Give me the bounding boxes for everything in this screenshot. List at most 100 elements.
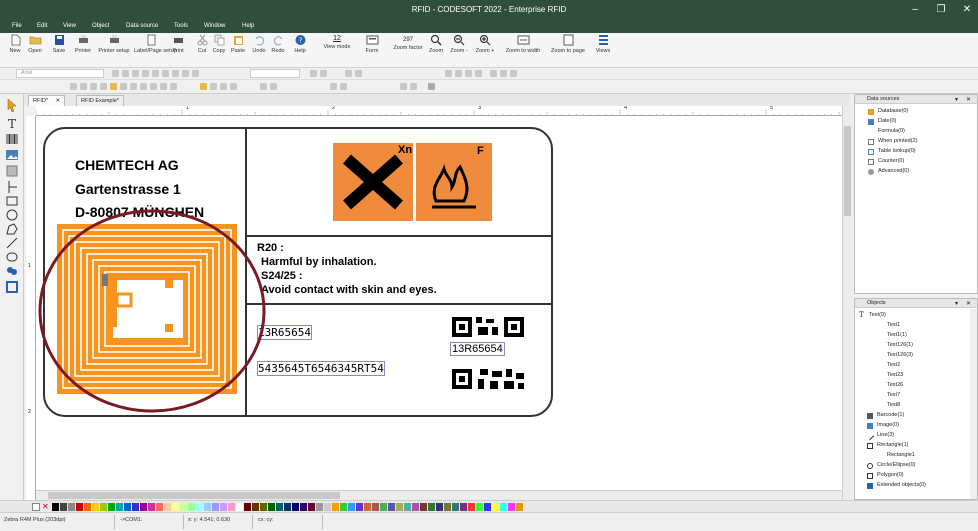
distribute-icon[interactable]	[80, 83, 87, 90]
color-swatch[interactable]	[308, 503, 315, 511]
color-swatch[interactable]	[484, 503, 491, 511]
color-swatch[interactable]	[492, 503, 499, 511]
font-size-icon[interactable]	[112, 70, 119, 77]
line-tool-icon[interactable]	[5, 236, 19, 250]
pos-y-icon[interactable]	[340, 83, 347, 90]
cut-button[interactable]: Cut	[195, 34, 209, 66]
color-swatch[interactable]	[132, 503, 139, 511]
arrange-icon[interactable]	[200, 83, 207, 90]
next-record-icon[interactable]	[465, 70, 472, 77]
color-swatch[interactable]	[164, 503, 171, 511]
color-swatch[interactable]	[84, 503, 91, 511]
color-swatch[interactable]	[180, 503, 187, 511]
color-fill-icon[interactable]	[310, 70, 317, 77]
underline-icon[interactable]	[142, 70, 149, 77]
group-icon[interactable]	[355, 70, 362, 77]
center-h-icon[interactable]	[220, 83, 227, 90]
color-swatch[interactable]	[196, 503, 203, 511]
ds-database[interactable]: Database(0)	[878, 108, 908, 114]
align-objects-icon[interactable]	[70, 83, 77, 90]
line-vertical-tool-icon[interactable]	[5, 180, 19, 194]
tab-close-icon[interactable]: ✕	[56, 98, 61, 104]
select-arrow-icon[interactable]	[5, 98, 19, 112]
merge-icon[interactable]	[510, 70, 517, 77]
obj-ellipse-group[interactable]: Circle/Ellipse(0)	[877, 462, 916, 468]
pos-x-icon[interactable]	[330, 83, 337, 90]
redo-button[interactable]: Redo	[270, 34, 286, 66]
center-v-icon[interactable]	[230, 83, 237, 90]
color-swatch[interactable]	[476, 503, 483, 511]
obj-text-group[interactable]: Text(9)	[869, 312, 886, 318]
color-swatch[interactable]	[108, 503, 115, 511]
menu-tools[interactable]: Tools	[174, 23, 188, 29]
zoom-out-button[interactable]: Zoom -	[448, 34, 470, 66]
send-back-icon[interactable]	[120, 83, 127, 90]
clear-color-icon[interactable]: ✕	[42, 502, 49, 511]
color-swatch[interactable]	[252, 503, 259, 511]
color-swatch[interactable]	[156, 503, 163, 511]
color-swatch[interactable]	[76, 503, 83, 511]
printer-setup-button[interactable]: Printer setup	[96, 34, 132, 66]
grid-icon[interactable]	[160, 83, 167, 90]
font-name-box[interactable]: Arial	[16, 69, 104, 78]
polygon-tool-icon[interactable]	[5, 222, 19, 236]
menu-edit[interactable]: Edit	[37, 23, 47, 29]
color-swatch[interactable]	[468, 503, 475, 511]
color-swatch[interactable]	[260, 503, 267, 511]
menu-help[interactable]: Help	[242, 23, 254, 29]
space-h-icon[interactable]	[260, 83, 267, 90]
lock-icon[interactable]	[150, 83, 157, 90]
rounded-rect-tool-icon[interactable]	[5, 250, 19, 264]
table-icon[interactable]	[500, 70, 507, 77]
color-swatch[interactable]	[516, 503, 523, 511]
new-button[interactable]: New	[8, 34, 22, 66]
color-swatch[interactable]	[148, 503, 155, 511]
undo-button[interactable]: Undo	[251, 34, 267, 66]
obj-text-item[interactable]: Text23	[887, 372, 903, 378]
color-swatch[interactable]	[52, 503, 59, 511]
menu-view[interactable]: View	[63, 23, 76, 29]
color-swatch[interactable]	[404, 503, 411, 511]
same-width-icon[interactable]	[90, 83, 97, 90]
color-line-icon[interactable]	[320, 70, 327, 77]
color-swatch[interactable]	[228, 503, 235, 511]
ds-counter[interactable]: Counter(0)	[878, 158, 904, 164]
ds-date[interactable]: Date(0)	[878, 118, 896, 124]
color-swatch[interactable]	[372, 503, 379, 511]
last-record-icon[interactable]	[475, 70, 482, 77]
color-swatch[interactable]	[412, 503, 419, 511]
color-swatch[interactable]	[508, 503, 515, 511]
printer-button[interactable]: Printer	[72, 34, 94, 66]
space-v-icon[interactable]	[270, 83, 277, 90]
company-name[interactable]: CHEMTECH AG	[75, 157, 179, 173]
zoom-to-width-button[interactable]: Zoom to width	[502, 34, 544, 66]
label-page-setup-button[interactable]: Label/Page setup	[134, 34, 177, 66]
ds-advanced[interactable]: Advanced(0)	[878, 168, 909, 174]
qr-caption[interactable]: 13R65654	[450, 342, 505, 356]
obj-image-group[interactable]: Image(0)	[877, 422, 899, 428]
menu-object[interactable]: Object	[92, 23, 109, 29]
views-button[interactable]: Views	[594, 34, 612, 66]
color-swatch[interactable]	[172, 503, 179, 511]
bring-front-icon[interactable]	[110, 83, 117, 90]
minimize-button[interactable]: –	[902, 2, 928, 18]
zoom-in-button[interactable]: Zoom +	[474, 34, 496, 66]
color-swatch[interactable]	[460, 503, 467, 511]
obj-text-item[interactable]: Text7	[887, 392, 900, 398]
color-swatch[interactable]	[452, 503, 459, 511]
obj-text-item[interactable]: Text126(1)	[887, 342, 913, 348]
menu-window[interactable]: Window	[204, 23, 225, 29]
panel-close-icon[interactable]: ✕	[966, 96, 971, 103]
color-swatch[interactable]	[332, 503, 339, 511]
copy-button[interactable]: Copy	[211, 34, 227, 66]
color-swatch[interactable]	[356, 503, 363, 511]
align-right-icon[interactable]	[182, 70, 189, 77]
obj-barcode-group[interactable]: Barcode(1)	[877, 412, 904, 418]
color-swatch[interactable]	[292, 503, 299, 511]
obj-text-item[interactable]: Text1(1)	[887, 332, 907, 338]
zoom-button[interactable]: Zoom	[428, 34, 444, 66]
color-swatch[interactable]	[100, 503, 107, 511]
obj-text-item[interactable]: Text26	[887, 382, 903, 388]
color-swatch[interactable]	[116, 503, 123, 511]
bold-icon[interactable]	[122, 70, 129, 77]
